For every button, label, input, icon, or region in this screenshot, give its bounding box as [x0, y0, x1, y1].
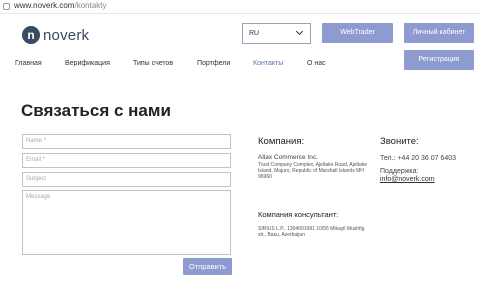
subject-field[interactable]: Subject: [22, 172, 231, 187]
call-heading: Звоните:: [380, 136, 419, 147]
phone-number: Тел.: +44 20 36 07 6403: [380, 155, 457, 162]
support-label: Поддержка:: [380, 168, 419, 175]
logo-text: noverk: [43, 26, 90, 44]
nav-item-contacts[interactable]: Контакты: [253, 60, 283, 67]
browser-address-bar[interactable]: www.noverk.com/kontakty: [0, 0, 480, 14]
register-button[interactable]: Регистрация: [404, 50, 474, 70]
personal-cabinet-button[interactable]: Личный кабинет: [404, 23, 474, 43]
chevron-down-icon: [295, 27, 304, 36]
message-field[interactable]: Message: [22, 190, 231, 255]
webtrader-button[interactable]: WebTrader: [322, 23, 393, 43]
nav-item-account-types[interactable]: Типы счетов: [133, 60, 173, 67]
nav-item-portfolios[interactable]: Портфели: [197, 60, 230, 67]
nav-item-home[interactable]: Главная: [15, 60, 42, 67]
page-info-icon[interactable]: [3, 3, 10, 10]
email-field[interactable]: Email *: [22, 153, 231, 168]
url-text[interactable]: www.noverk.com/kontakty: [14, 1, 106, 10]
language-select[interactable]: RU: [242, 23, 311, 44]
company-address: Trust Company Complex, Ajeltake Road, Aj…: [258, 162, 368, 180]
consultant-heading: Компания консультант:: [258, 210, 339, 219]
consultant-details: SIRIUS L.P., 1304691681 10/55 Mikayil Mu…: [258, 226, 365, 238]
company-name: Allax Commerce Inc.: [258, 154, 318, 161]
language-value: RU: [249, 30, 260, 37]
company-heading: Компания:: [258, 136, 305, 147]
name-field[interactable]: Name *: [22, 134, 231, 149]
send-button[interactable]: Отправить: [183, 258, 232, 275]
nav-item-about[interactable]: О нас: [307, 60, 326, 67]
site-logo[interactable]: n noverk: [22, 26, 89, 44]
page-title: Связаться с нами: [21, 101, 171, 120]
support-email-link[interactable]: info@noverk.com: [380, 176, 435, 183]
logo-mark: n: [22, 26, 40, 44]
nav-item-verification[interactable]: Верификация: [65, 60, 110, 67]
